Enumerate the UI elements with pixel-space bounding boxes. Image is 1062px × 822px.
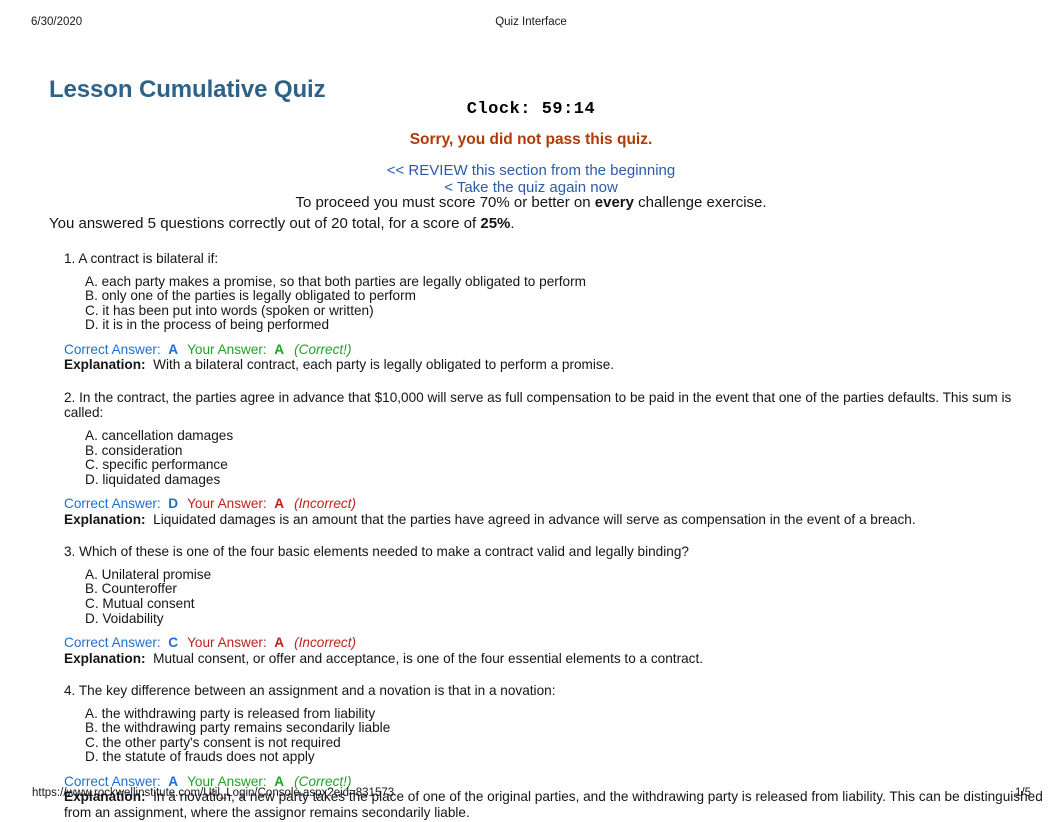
question-options: A. the withdrawing party is released fro…	[64, 705, 1049, 765]
question-option: A. Unilateral promise	[85, 566, 212, 582]
question-option: C. specific performance	[85, 457, 228, 473]
question-stem: 2. In the contract, the parties agree in…	[64, 389, 1012, 421]
answer-summary-line: Correct Answer: C Your Answer: A (Incorrec…	[64, 635, 1049, 650]
question-option: D. it is in the process of being perform…	[85, 317, 330, 333]
question-option: B. consideration	[85, 442, 183, 458]
question-options: A. each party makes a promise, so that b…	[64, 273, 1049, 333]
explanation-label: Explanation:	[64, 511, 146, 527]
answer-verdict: (Incorrect)	[294, 635, 357, 651]
score-summary: You answered 5 questions correctly out o…	[49, 215, 515, 232]
answer-verdict: (Incorrect)	[294, 496, 357, 512]
question-spacer	[64, 373, 1049, 390]
question-block: 2. In the contract, the parties agree in…	[64, 390, 1049, 527]
question-spacer	[64, 666, 1049, 683]
footer-url: https://www.rockwellinstitute.com/Util_L…	[32, 787, 395, 799]
print-footer: https://www.rockwellinstitute.com/Util_L…	[0, 787, 1062, 801]
review-section-link[interactable]: << REVIEW this section from the beginnin…	[0, 163, 1062, 179]
question-block: 1. A contract is bilateral if: A. each pa…	[64, 251, 1049, 373]
question-option: B. only one of the parties is legally ob…	[85, 288, 416, 304]
question-option: C. the other party's consent is not requ…	[85, 734, 341, 750]
question-option: D. Voidability	[85, 610, 164, 626]
correct-answer-label: Correct Answer:	[64, 341, 161, 357]
question-spacer	[64, 527, 1049, 544]
question-options: A. Unilateral promise B. Counteroffer C. M…	[64, 566, 1049, 626]
correct-answer-value: D	[168, 496, 179, 512]
retake-quiz-link[interactable]: < Take the quiz again now	[0, 179, 1062, 196]
correct-answer-label: Correct Answer:	[64, 496, 161, 512]
answer-explanation: Explanation: Mutual consent, or offer an…	[64, 651, 1049, 666]
correct-answer-value: C	[168, 635, 179, 651]
question-option: A. each party makes a promise, so that b…	[85, 273, 586, 289]
your-answer-label: Your Answer:	[187, 635, 267, 651]
question-option: C. Mutual consent	[85, 595, 195, 611]
print-header: 6/30/2020 Quiz Interface	[0, 16, 1062, 32]
proceed-emphasis: every	[594, 194, 634, 211]
score-percentage: 25%	[480, 215, 511, 232]
question-options: A. cancellation damages B. consideration C…	[64, 427, 1049, 487]
quiz-clock: Clock: 59:14	[466, 100, 596, 119]
your-answer-value: A	[274, 341, 285, 357]
answer-explanation: Explanation: With a bilateral contract, …	[64, 357, 1049, 372]
answer-explanation: Explanation: Liquidated damages is an am…	[64, 512, 1049, 527]
explanation-text: Mutual consent, or offer and acceptance,…	[153, 650, 704, 666]
question-option: A. cancellation damages	[85, 427, 234, 443]
proceed-text-before: To proceed you must score 70% or better …	[295, 194, 595, 211]
correct-answer-value: A	[168, 341, 179, 357]
question-block: 3. Which of these is one of the four bas…	[64, 544, 1049, 666]
explanation-text: With a bilateral contract, each party is…	[153, 357, 615, 373]
question-option: D. the statute of frauds does not apply	[85, 749, 315, 765]
your-answer-label: Your Answer:	[187, 341, 267, 357]
your-answer-value: A	[274, 496, 285, 512]
explanation-text: Liquidated damages is an amount that the…	[153, 511, 916, 527]
correct-answer-label: Correct Answer:	[64, 635, 161, 651]
score-text-after: .	[510, 215, 515, 232]
print-document-title: Quiz Interface	[495, 16, 567, 28]
explanation-label: Explanation:	[64, 357, 146, 373]
answer-verdict: (Correct!)	[294, 341, 352, 357]
score-text-before: You answered 5 questions correctly out o…	[49, 215, 481, 232]
question-option: B. the withdrawing party remains seconda…	[85, 720, 391, 736]
question-stem: 4. The key difference between an assignm…	[64, 682, 556, 698]
proceed-requirement-text: To proceed you must score 70% or better …	[0, 194, 1062, 211]
quiz-action-links: << REVIEW this section from the beginnin…	[0, 163, 1062, 196]
question-list: 1. A contract is bilateral if: A. each pa…	[64, 251, 1049, 820]
explanation-label: Explanation:	[64, 650, 146, 666]
answer-summary-line: Correct Answer: A Your Answer: A (Correct!…	[64, 342, 1049, 357]
proceed-text-after: challenge exercise.	[633, 194, 767, 211]
footer-page-number: 1/5	[1015, 787, 1031, 799]
question-option: C. it has been put into words (spoken or…	[85, 302, 374, 318]
your-answer-label: Your Answer:	[187, 496, 267, 512]
answer-summary-line: Correct Answer: D Your Answer: A (Incorrec…	[64, 496, 1049, 511]
question-stem: 3. Which of these is one of the four bas…	[64, 544, 689, 560]
question-stem: 1. A contract is bilateral if:	[64, 251, 219, 266]
question-option: B. Counteroffer	[85, 581, 177, 597]
question-option: D. liquidated damages	[85, 471, 221, 487]
quiz-result-message: Sorry, you did not pass this quiz.	[409, 131, 653, 148]
your-answer-value: A	[274, 635, 285, 651]
question-option: A. the withdrawing party is released fro…	[85, 705, 376, 721]
